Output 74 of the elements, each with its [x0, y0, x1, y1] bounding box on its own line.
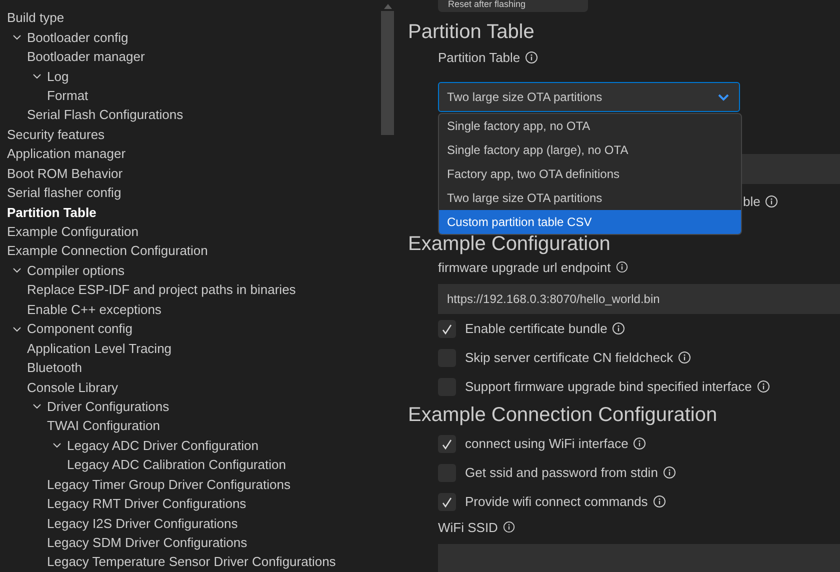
- chevron-down-icon: [718, 94, 729, 100]
- checkbox-label: Skip server certificate CN fieldcheck: [465, 350, 674, 365]
- input-field[interactable]: https://192.168.0.3:8070/hello_world.bin: [438, 284, 840, 314]
- checkbox-label: Get ssid and password from stdin: [465, 465, 658, 480]
- tree-item[interactable]: Example Connection Configuration: [7, 243, 208, 258]
- checkbox-label: ble: [743, 194, 760, 208]
- chevron-down-icon[interactable]: [12, 32, 22, 42]
- tree-item[interactable]: Legacy RMT Driver Configurations: [47, 496, 246, 512]
- dropdown-option[interactable]: Factory app, two OTA definitions: [439, 162, 741, 186]
- select-dropdown[interactable]: Reset after flashing: [438, 0, 588, 12]
- field-label: Partition Table: [438, 50, 520, 64]
- select-dropdown[interactable]: Two large size OTA partitions: [438, 82, 740, 112]
- tree-item[interactable]: Driver Configurations: [47, 398, 170, 414]
- dropdown-option[interactable]: Custom partition table CSV: [439, 210, 741, 234]
- checkbox-label: Support firmware upgrade bind specified interface: [465, 379, 752, 394]
- tree-item[interactable]: Legacy SDM Driver Configurations: [47, 535, 248, 550]
- tree-item[interactable]: Security features: [7, 126, 105, 142]
- tree-item[interactable]: Application manager: [7, 146, 126, 162]
- tree-item[interactable]: Legacy Timer Group Driver Configurations: [47, 476, 290, 492]
- tree-item[interactable]: Legacy ADC Driver Configuration: [67, 438, 258, 453]
- checkbox-label: connect using WiFi interface: [465, 436, 628, 451]
- tree-item[interactable]: Boot ROM Behavior: [7, 166, 123, 181]
- tree-item[interactable]: Partition Table: [7, 204, 96, 220]
- field-label: WiFi SSID: [438, 520, 498, 534]
- tree-item[interactable]: Log: [47, 68, 69, 84]
- checkbox[interactable]: [438, 492, 456, 510]
- info-icon[interactable]: [502, 521, 515, 533]
- dropdown-option[interactable]: Two large size OTA partitions: [439, 186, 741, 210]
- info-icon[interactable]: [616, 261, 628, 273]
- tree-item[interactable]: Serial flasher config: [7, 185, 122, 200]
- scroll-up-icon[interactable]: [384, 3, 392, 9]
- tree-item[interactable]: Compiler options: [27, 262, 125, 278]
- chevron-down-icon[interactable]: [32, 71, 42, 82]
- tree-item[interactable]: Bootloader config: [27, 30, 128, 45]
- check-icon: [441, 438, 453, 450]
- info-icon[interactable]: [678, 351, 692, 364]
- field-label: firmware upgrade url endpoint: [438, 260, 611, 274]
- tree-item[interactable]: Format: [47, 88, 88, 103]
- chevron-down-icon[interactable]: [32, 401, 42, 412]
- info-icon[interactable]: [756, 380, 770, 393]
- tree-item[interactable]: Application Level Tracing: [27, 340, 172, 356]
- scrollbar-thumb[interactable]: [381, 11, 394, 135]
- info-icon[interactable]: [662, 466, 676, 479]
- section-heading: Example Connection Configuration: [408, 402, 718, 428]
- checkbox-label: Provide wifi connect commands: [465, 494, 648, 509]
- checkbox-label: Enable certificate bundle: [465, 321, 608, 336]
- dropdown-option[interactable]: Single factory app, no OTA: [439, 114, 741, 138]
- tree-item[interactable]: Build type: [7, 10, 64, 26]
- section-heading: Example Configuration: [408, 232, 612, 256]
- section-heading: Partition Table: [408, 20, 536, 44]
- info-icon[interactable]: [612, 322, 626, 335]
- info-icon[interactable]: [652, 495, 666, 508]
- tree-item[interactable]: Legacy I2S Driver Configurations: [47, 516, 238, 531]
- check-icon: [441, 496, 453, 508]
- info-icon[interactable]: [633, 437, 646, 450]
- checkbox[interactable]: [438, 434, 456, 452]
- tree-item[interactable]: Legacy ADC Calibration Configuration: [67, 457, 286, 472]
- info-icon[interactable]: [765, 194, 778, 208]
- info-icon[interactable]: [525, 50, 538, 64]
- tree-item[interactable]: Serial Flash Configurations: [27, 107, 184, 122]
- tree-item[interactable]: Example Configuration: [7, 224, 139, 240]
- checkbox[interactable]: [438, 320, 456, 338]
- tree-item[interactable]: Legacy Temperature Sensor Driver Configurations: [47, 554, 336, 570]
- tree-item[interactable]: Bluetooth: [27, 360, 82, 376]
- tree-item[interactable]: Enable C++ exceptions: [27, 302, 162, 317]
- tree-item[interactable]: TWAI Configuration: [47, 418, 160, 434]
- chevron-down-icon[interactable]: [52, 440, 62, 450]
- check-icon: [441, 322, 453, 334]
- tree-item[interactable]: Replace ESP-IDF and project paths in binaries: [27, 282, 296, 298]
- dropdown-option[interactable]: Single factory app (large), no OTA: [439, 138, 741, 162]
- tree-item[interactable]: Console Library: [27, 380, 118, 395]
- tree-item[interactable]: Component config: [27, 321, 133, 336]
- chevron-down-icon[interactable]: [12, 265, 22, 276]
- tree-item[interactable]: Bootloader manager: [27, 49, 145, 64]
